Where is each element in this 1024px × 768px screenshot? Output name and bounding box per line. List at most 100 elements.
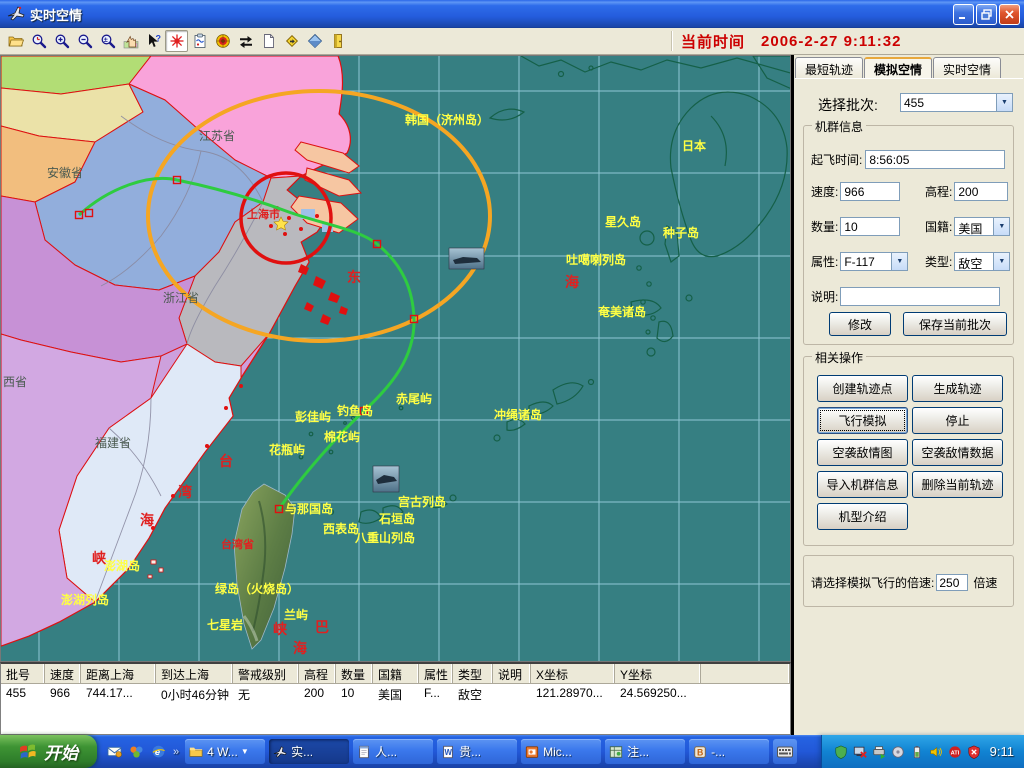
tray-green-shield-icon[interactable] bbox=[834, 745, 848, 759]
count-input[interactable] bbox=[840, 217, 900, 236]
open-file-icon[interactable] bbox=[4, 30, 27, 52]
column-header[interactable]: 速度 bbox=[45, 664, 81, 683]
note-input[interactable] bbox=[840, 287, 1000, 306]
roundel-icon[interactable] bbox=[211, 30, 234, 52]
speed-label: 速度: bbox=[811, 183, 838, 200]
quick-launch-chevron[interactable]: » bbox=[173, 746, 179, 758]
quicklaunch-ie-icon[interactable]: e bbox=[149, 743, 167, 761]
svg-text:ATI: ATI bbox=[950, 750, 959, 756]
quicklaunch-mail-icon[interactable] bbox=[105, 743, 123, 761]
column-header[interactable]: 国籍 bbox=[373, 664, 419, 683]
svg-text:W: W bbox=[445, 748, 453, 757]
zoom-out-icon[interactable] bbox=[73, 30, 96, 52]
save-batch-button[interactable]: 保存当前批次 bbox=[903, 312, 1007, 336]
modify-button[interactable]: 修改 bbox=[829, 312, 891, 336]
zoom-in-icon[interactable] bbox=[50, 30, 73, 52]
chart-clipboard-icon[interactable] bbox=[188, 30, 211, 52]
map-canvas[interactable]: 江苏省安徽省浙江省福建省西省上海市台湾省韩国（济州岛）日本星久岛种子岛吐噶喇列岛… bbox=[1, 56, 790, 661]
column-header[interactable]: 数量 bbox=[336, 664, 373, 683]
new-document-icon[interactable] bbox=[257, 30, 280, 52]
map-label: 湾 bbox=[178, 484, 192, 500]
taskbar: 开始 e » 4 W...▼实...人...W贵...Mic...注...B-.… bbox=[0, 735, 1024, 768]
zoom-time-icon[interactable] bbox=[27, 30, 50, 52]
speed-input[interactable] bbox=[840, 182, 900, 201]
exit-door-icon[interactable] bbox=[326, 30, 349, 52]
ops-button[interactable]: 空袭敌情数据 bbox=[912, 439, 1003, 466]
restore-button[interactable] bbox=[976, 4, 997, 25]
tray-disc-icon[interactable] bbox=[891, 745, 905, 759]
tray-print-task-icon[interactable] bbox=[872, 745, 886, 759]
batch-select[interactable]: 455 ▼ bbox=[900, 93, 1013, 112]
nation-label: 国籍: bbox=[925, 218, 952, 235]
swap-arrows-icon[interactable] bbox=[234, 30, 257, 52]
task-microsoft-app[interactable]: Mic... bbox=[521, 739, 601, 764]
table-cell: 744.17... bbox=[81, 684, 156, 702]
task-notepad[interactable]: 人... bbox=[353, 739, 433, 764]
tray-battery-icon[interactable] bbox=[910, 745, 924, 759]
task-word-doc[interactable]: W贵... bbox=[437, 739, 517, 764]
ops-button[interactable]: 空袭敌情图 bbox=[817, 439, 908, 466]
column-header[interactable]: 批号 bbox=[1, 664, 45, 683]
current-time-label: 当前时间 bbox=[681, 31, 745, 52]
column-header[interactable]: 属性 bbox=[419, 664, 453, 683]
depart-time-input[interactable] bbox=[865, 150, 1005, 169]
tray-volume-icon[interactable] bbox=[929, 745, 943, 759]
sun-burst-icon[interactable] bbox=[165, 30, 188, 52]
context-help-icon[interactable]: ? bbox=[142, 30, 165, 52]
map-label: 澎湖岛 bbox=[104, 558, 140, 573]
ops-button[interactable]: 飞行模拟 bbox=[817, 407, 908, 434]
task-air-situation[interactable]: 实... bbox=[269, 739, 349, 764]
tray-network-error-icon[interactable] bbox=[853, 745, 867, 759]
close-button[interactable] bbox=[999, 4, 1020, 25]
altitude-input[interactable] bbox=[954, 182, 1008, 201]
blue-diamond-icon[interactable] bbox=[303, 30, 326, 52]
chevron-down-icon[interactable]: ▼ bbox=[993, 218, 1009, 235]
task-folder-group[interactable]: 4 W...▼ bbox=[185, 739, 265, 764]
ops-button[interactable]: 停止 bbox=[912, 407, 1003, 434]
yellow-diamond-icon[interactable] bbox=[280, 30, 303, 52]
quicklaunch-msn-icon[interactable] bbox=[127, 743, 145, 761]
table-cell: 24.569250... bbox=[615, 684, 701, 702]
map-viewport[interactable]: 江苏省安徽省浙江省福建省西省上海市台湾省韩国（济州岛）日本星久岛种子岛吐噶喇列岛… bbox=[0, 55, 791, 662]
sim-speed-prefix: 请选择模拟飞行的倍速: bbox=[811, 574, 934, 591]
tab-1[interactable]: 模拟空情 bbox=[864, 57, 932, 78]
attr-select[interactable]: F-117 ▼ bbox=[840, 252, 908, 271]
fleet-info-title: 机群信息 bbox=[812, 118, 866, 135]
chevron-down-icon[interactable]: ▼ bbox=[996, 94, 1012, 111]
language-keyboard-icon[interactable] bbox=[773, 739, 797, 764]
count-label: 数量: bbox=[811, 218, 838, 235]
column-header[interactable]: Y坐标 bbox=[615, 664, 701, 683]
tray-security-alert-icon[interactable] bbox=[967, 745, 981, 759]
ops-button[interactable]: 删除当前轨迹 bbox=[912, 471, 1003, 498]
start-button[interactable]: 开始 bbox=[0, 735, 97, 768]
pan-hand-icon[interactable] bbox=[119, 30, 142, 52]
ops-button[interactable]: 导入机群信息 bbox=[817, 471, 908, 498]
map-label: 峡 bbox=[273, 621, 288, 637]
tab-0[interactable]: 最短轨迹 bbox=[795, 57, 863, 78]
column-header[interactable]: 说明 bbox=[493, 664, 531, 683]
map-label: 兰屿 bbox=[284, 607, 308, 622]
type-select[interactable]: 敌空 ▼ bbox=[954, 252, 1010, 271]
table-row[interactable]: 455966744.17...0小时46分钟无20010美国F...敌空121.… bbox=[1, 684, 790, 702]
chevron-down-icon[interactable]: ▼ bbox=[891, 253, 907, 270]
column-header[interactable]: 类型 bbox=[453, 664, 493, 683]
ops-button[interactable]: 生成轨迹 bbox=[912, 375, 1003, 402]
task-b-app[interactable]: B-... bbox=[689, 739, 769, 764]
sim-speed-input[interactable] bbox=[936, 574, 968, 591]
ops-button[interactable]: 机型介绍 bbox=[817, 503, 908, 530]
nation-select[interactable]: 美国 ▼ bbox=[954, 217, 1010, 236]
column-header[interactable]: 距离上海 bbox=[81, 664, 156, 683]
chevron-down-icon[interactable]: ▼ bbox=[993, 253, 1009, 270]
minimize-button[interactable] bbox=[953, 4, 974, 25]
tab-2[interactable]: 实时空情 bbox=[933, 57, 1001, 78]
column-header[interactable]: 到达上海 bbox=[156, 664, 233, 683]
tray-ati-icon[interactable]: ATI bbox=[948, 745, 962, 759]
map-label: 台湾省 bbox=[221, 537, 254, 551]
related-ops-title: 相关操作 bbox=[812, 349, 866, 366]
column-header[interactable]: 高程 bbox=[299, 664, 336, 683]
task-register-app[interactable]: 注... bbox=[605, 739, 685, 764]
column-header[interactable]: X坐标 bbox=[531, 664, 615, 683]
ops-button[interactable]: 创建轨迹点 bbox=[817, 375, 908, 402]
zoom-range-icon[interactable]: ± bbox=[96, 30, 119, 52]
column-header[interactable]: 警戒级别 bbox=[233, 664, 299, 683]
